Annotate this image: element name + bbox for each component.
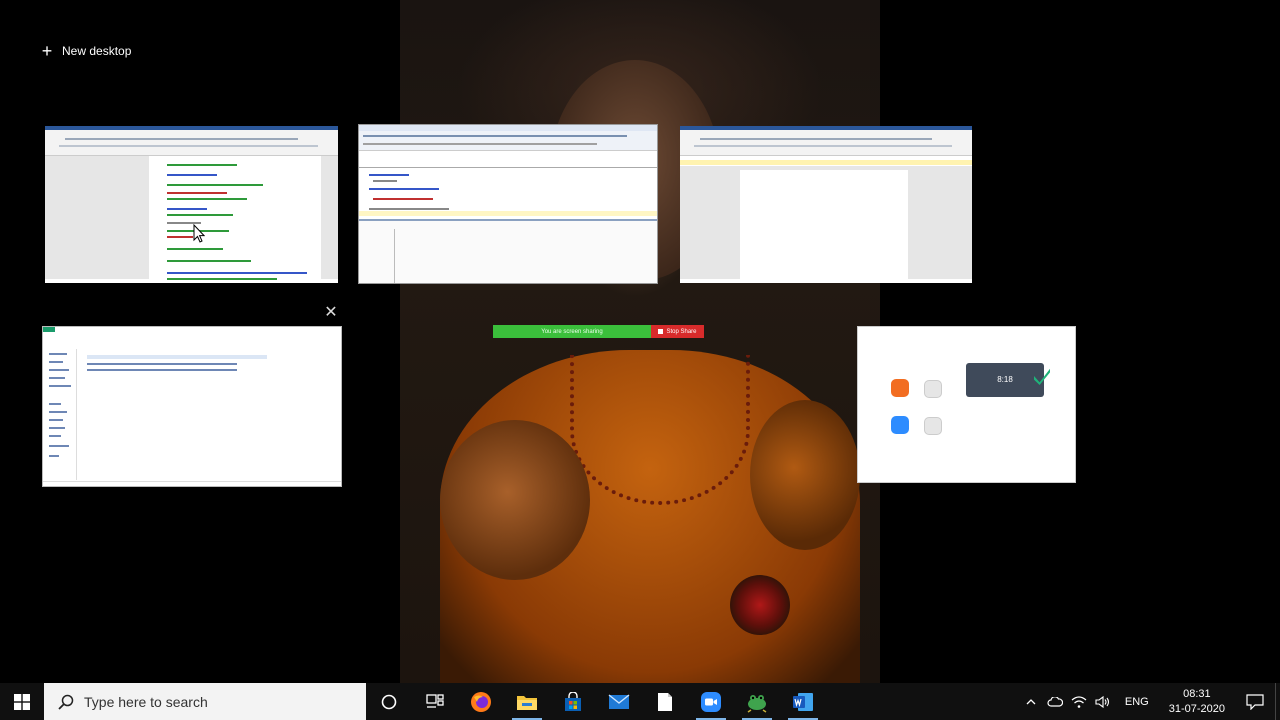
taskbar-file-explorer[interactable]	[504, 683, 550, 720]
onedrive-button[interactable]	[1043, 683, 1067, 720]
mail-icon	[608, 693, 630, 709]
close-window-button[interactable]: ✕	[321, 302, 341, 322]
stop-share-button[interactable]: Stop Share	[651, 325, 704, 338]
taskbar-microsoft-store[interactable]	[550, 683, 596, 720]
cortana-button[interactable]	[366, 683, 412, 720]
wallpaper-necklace	[570, 355, 750, 505]
toolbar	[359, 131, 657, 151]
task-view-screen: + New desktop ✕ 8:18 You are screen shar…	[0, 0, 1280, 720]
start-button[interactable]	[0, 683, 44, 720]
zoom-sharing-bar: You are screen sharing Stop Share	[493, 325, 704, 338]
word-icon	[793, 692, 813, 711]
wallpaper-sleeve-right	[750, 400, 860, 550]
desktop-wallpaper	[400, 0, 880, 683]
cloud-icon	[1047, 696, 1063, 707]
checkmark-icon	[1034, 368, 1050, 385]
window-thumbnail-code-editor[interactable]	[358, 124, 658, 284]
wallpaper-pendant	[730, 575, 790, 635]
panel-tree	[359, 229, 395, 283]
new-meeting-icon	[891, 379, 909, 397]
volume-button[interactable]	[1091, 683, 1115, 720]
ribbon	[45, 130, 338, 156]
firefox-icon	[471, 691, 491, 712]
taskbar: Type here to search ENG 08:31 31-07-2020	[0, 683, 1280, 720]
show-desktop-button[interactable]	[1275, 683, 1280, 720]
taskbar-zoom[interactable]	[688, 683, 734, 720]
taskbar-mail[interactable]	[596, 683, 642, 720]
navigation-pane	[43, 349, 77, 480]
plus-icon: +	[41, 41, 53, 61]
taskbar-search-box[interactable]: Type here to search	[44, 683, 366, 720]
sharing-status-text: You are screen sharing	[541, 328, 603, 335]
sharing-status: You are screen sharing	[493, 325, 651, 338]
action-center-button[interactable]	[1235, 683, 1275, 720]
explorer-accent	[43, 327, 55, 332]
taskbar-firefox[interactable]	[458, 683, 504, 720]
notification-icon	[1246, 693, 1264, 710]
close-icon: ✕	[324, 304, 338, 321]
network-button[interactable]	[1067, 683, 1091, 720]
highlighted-line	[359, 211, 657, 216]
window-thumbnail-zoom[interactable]: 8:18	[857, 326, 1076, 483]
task-view-button[interactable]	[412, 683, 458, 720]
document-area	[45, 156, 338, 280]
chevron-up-icon	[1026, 698, 1036, 704]
taskbar-word[interactable]	[780, 683, 826, 720]
zoom-clock-time: 8:18	[997, 375, 1013, 384]
cortana-icon	[381, 694, 397, 709]
microsoft-store-icon	[565, 691, 581, 711]
input-language-button[interactable]: ENG	[1115, 696, 1159, 708]
output-panel	[359, 219, 657, 283]
document-page	[740, 170, 908, 279]
window-thumbnail-file-explorer[interactable]	[42, 326, 342, 487]
search-placeholder: Type here to search	[84, 693, 208, 710]
speaker-icon	[1095, 695, 1109, 708]
join-icon	[924, 380, 942, 398]
search-icon	[58, 694, 74, 710]
stop-share-label: Stop Share	[666, 328, 697, 335]
taskbar-notepad[interactable]	[642, 683, 688, 720]
notepad-icon	[658, 692, 672, 711]
mouse-cursor-icon	[193, 224, 205, 243]
new-desktop-label: New desktop	[62, 44, 132, 58]
zoom-icon	[701, 691, 721, 712]
ribbon	[680, 130, 972, 156]
window-thumbnail-word-document[interactable]	[45, 126, 338, 283]
clock-date: 31-07-2020	[1168, 702, 1225, 715]
task-view-icon	[426, 693, 444, 708]
show-hidden-icons-button[interactable]	[1019, 683, 1043, 720]
zoom-clock-card: 8:18	[966, 363, 1050, 397]
file-explorer-icon	[517, 695, 537, 710]
wallpaper-sleeve-left	[440, 420, 590, 580]
wifi-icon	[1071, 695, 1087, 708]
new-desktop-button[interactable]: + New desktop	[40, 41, 132, 61]
share-screen-icon	[924, 417, 942, 435]
title-bar	[43, 327, 341, 333]
taskbar-frog-app[interactable]	[734, 683, 780, 720]
schedule-icon	[891, 416, 909, 434]
system-tray: ENG 08:31 31-07-2020	[1019, 683, 1280, 720]
document-page	[149, 156, 321, 280]
frog-app-icon	[747, 694, 767, 713]
window-thumbnail-word-blank[interactable]	[680, 126, 972, 283]
clock-time: 08:31	[1183, 687, 1211, 700]
status-bar	[43, 481, 341, 486]
stop-icon	[658, 329, 664, 334]
message-bar	[680, 160, 972, 165]
windows-logo-icon	[14, 693, 30, 710]
clock-button[interactable]: 08:31 31-07-2020	[1159, 687, 1235, 717]
document-area	[680, 166, 972, 279]
